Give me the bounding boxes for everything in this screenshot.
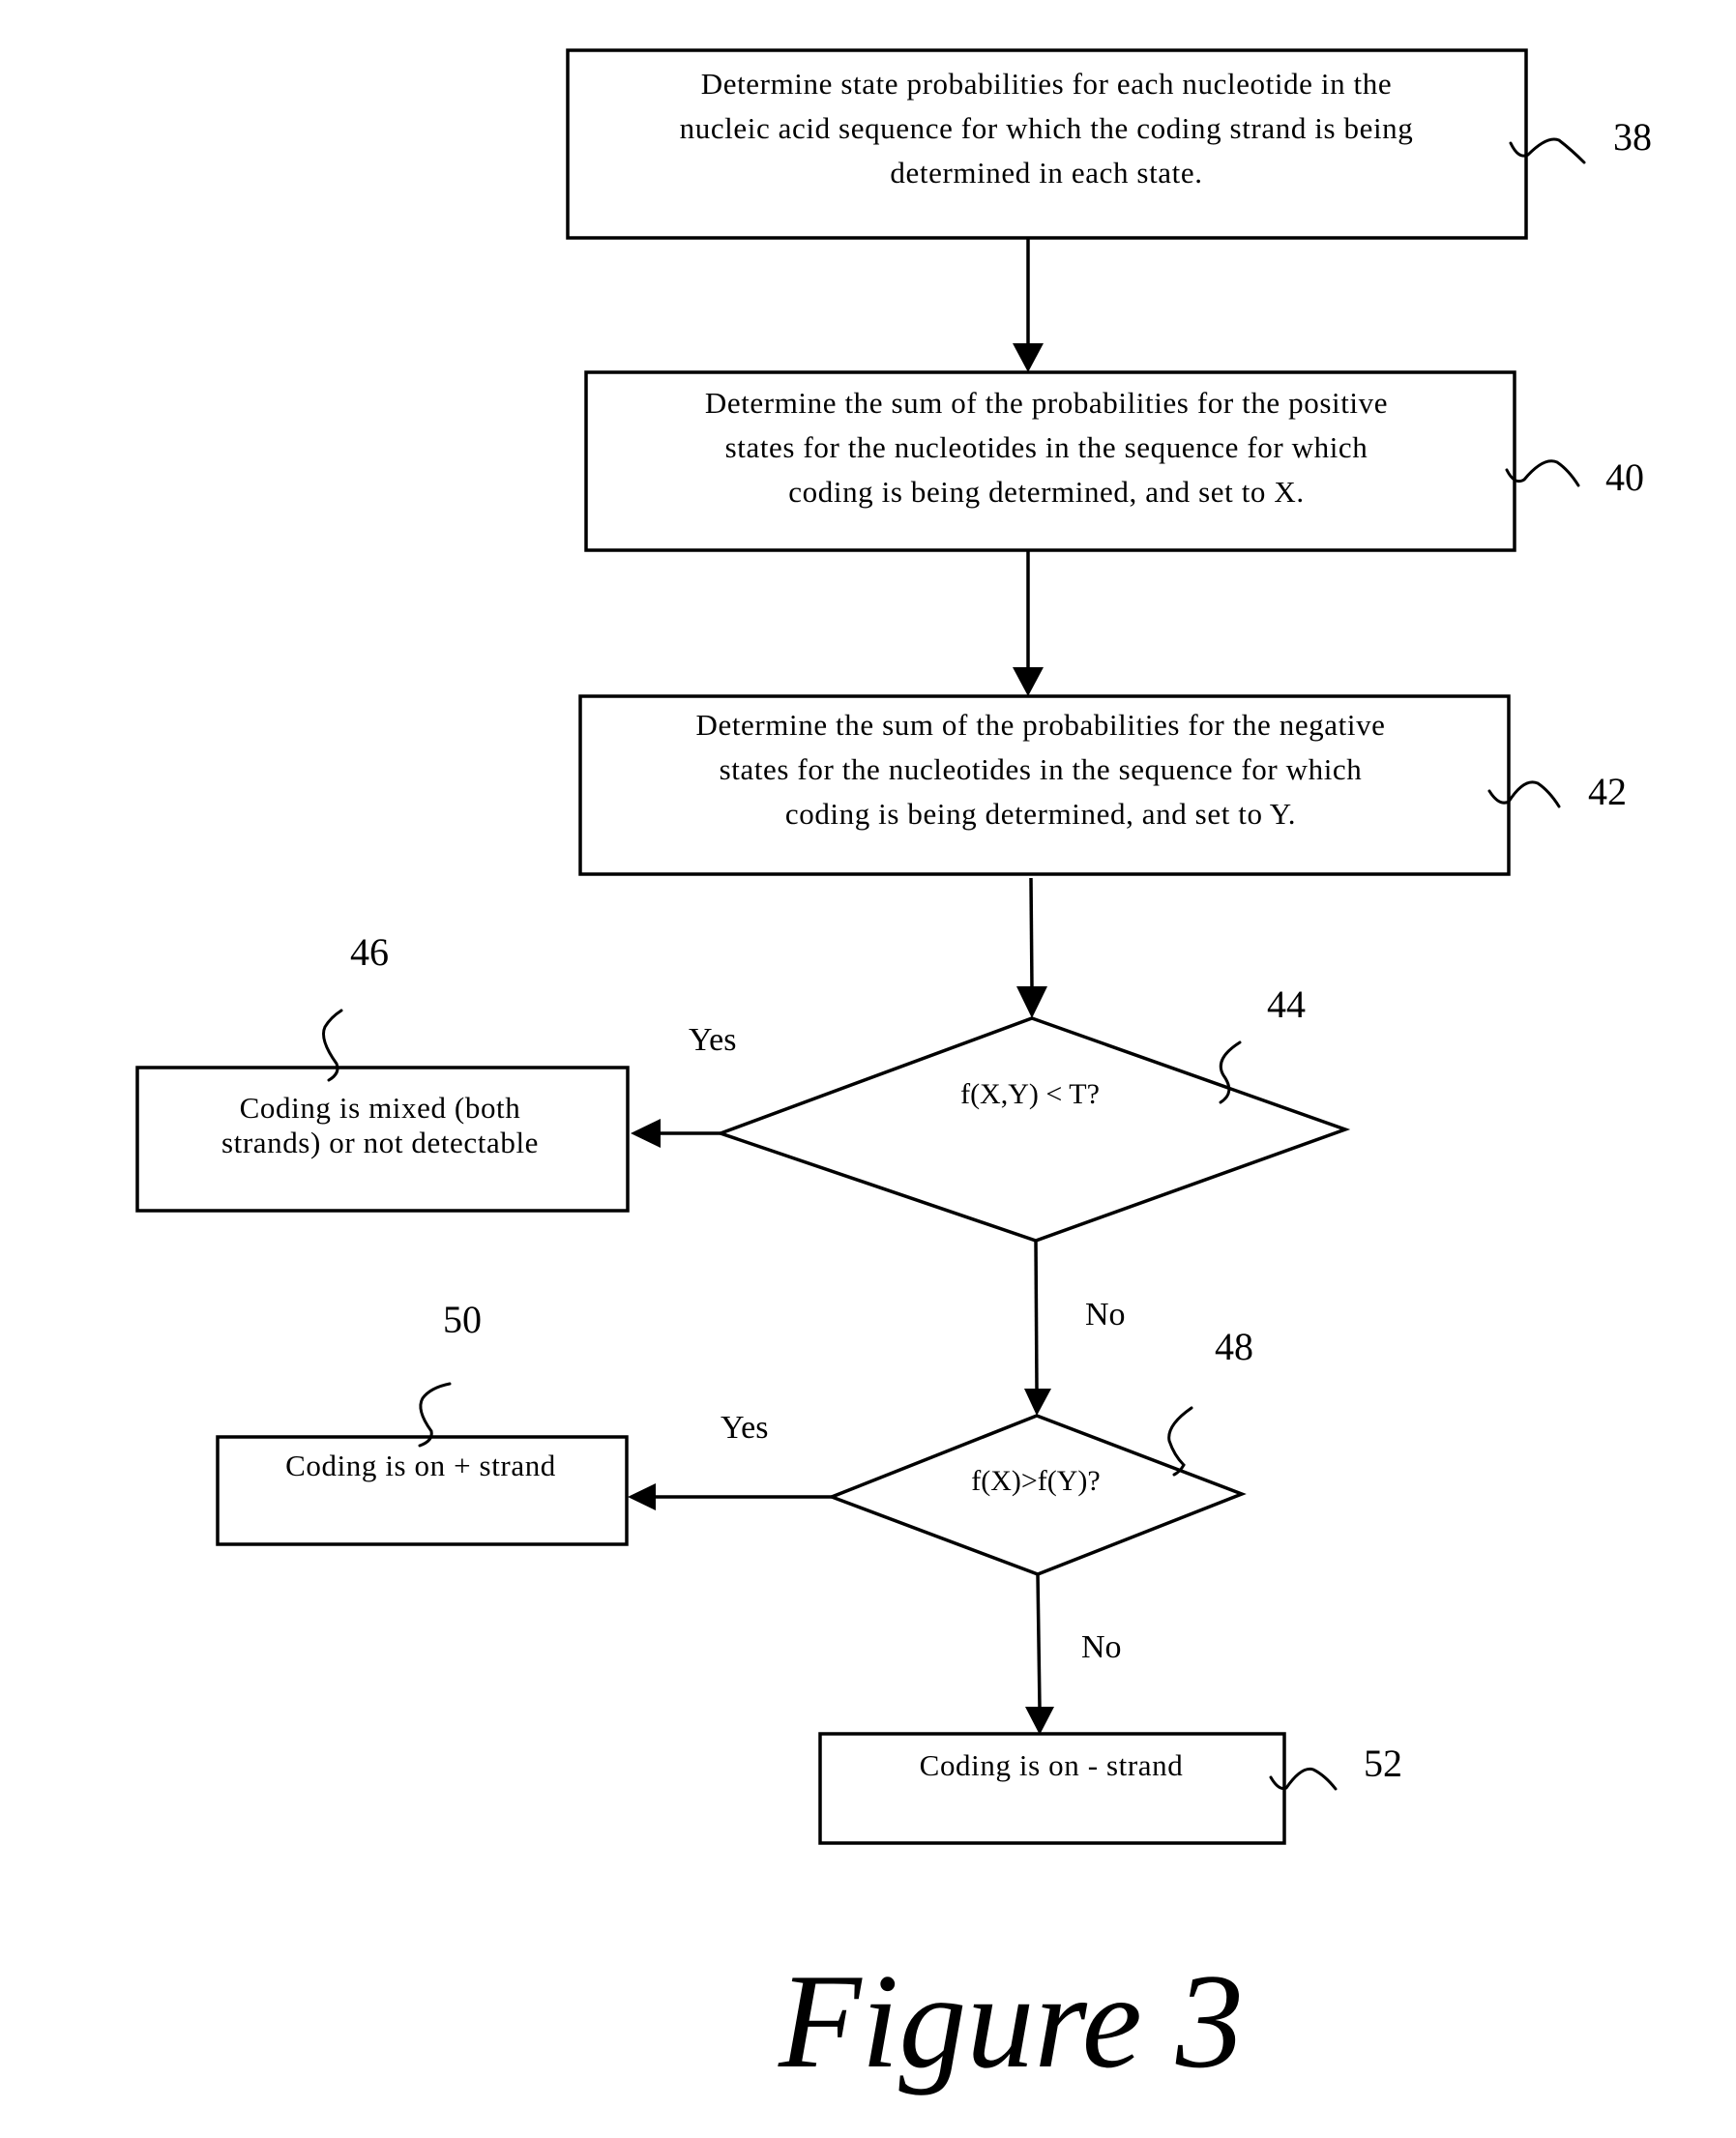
- step-40-text-line-2: states for the nucleotides in the sequen…: [725, 430, 1368, 464]
- result-46-box: Coding is mixed (both strands) or not de…: [135, 1066, 630, 1213]
- decision-48-reference-number: 48: [1215, 1325, 1253, 1368]
- decision-44-diamond: f(X,Y) < T?: [715, 1016, 1351, 1243]
- step-40-leader-squiggle-icon: [1505, 459, 1580, 487]
- connector-48-no-to-52: [1036, 1573, 1042, 1709]
- decision-44-no-label: No: [1085, 1297, 1126, 1333]
- decision-48-yes-label: Yes: [721, 1410, 768, 1446]
- result-50-text-line-1: Coding is on + strand: [285, 1449, 556, 1482]
- decision-44-yes-label: Yes: [689, 1022, 736, 1058]
- step-38-text-line-2: nucleic acid sequence for which the codi…: [680, 111, 1414, 145]
- arrow-down-icon: [1013, 343, 1044, 372]
- result-46-reference-number: 46: [350, 930, 389, 974]
- result-52-text-line-1: Coding is on - strand: [920, 1748, 1184, 1782]
- connector-42-to-44: [1029, 877, 1034, 989]
- step-40-text-line-3: coding is being determined, and set to X…: [788, 475, 1304, 509]
- decision-44-reference-number: 44: [1267, 982, 1306, 1026]
- result-50-reference-number: 50: [443, 1298, 482, 1341]
- result-52-reference-number: 52: [1364, 1742, 1402, 1785]
- decision-44-shape: [715, 1016, 1351, 1243]
- step-42-reference-number: 42: [1588, 770, 1627, 813]
- decision-48-leader-squiggle-icon: [1167, 1406, 1193, 1477]
- decision-48-no-label: No: [1081, 1629, 1122, 1665]
- arrow-left-icon: [631, 1119, 661, 1148]
- result-46-text-line-1: Coding is mixed (both: [240, 1091, 521, 1125]
- arrow-left-icon: [628, 1483, 656, 1510]
- arrow-down-icon: [1025, 1707, 1054, 1735]
- arrow-down-icon: [1024, 1389, 1051, 1416]
- step-42-text-line-3: coding is being determined, and set to Y…: [785, 797, 1296, 831]
- arrow-down-icon: [1013, 667, 1044, 696]
- decision-48-text: f(X)>f(Y)?: [971, 1465, 1101, 1497]
- step-38-text-line-1: Determine state probabilities for each n…: [701, 67, 1392, 101]
- step-38-text-line-3: determined in each state.: [890, 156, 1202, 190]
- figure-caption: Figure 3: [778, 1947, 1244, 2096]
- result-50-box: Coding is on + strand: [216, 1435, 629, 1546]
- step-40-text-line-1: Determine the sum of the probabilities f…: [705, 386, 1388, 420]
- result-52-box: Coding is on - strand: [818, 1732, 1286, 1845]
- arrow-down-icon: [1016, 986, 1047, 1018]
- step-42-process-box: Determine the sum of the probabilities f…: [578, 694, 1511, 876]
- decision-48-diamond: f(X)>f(Y)?: [827, 1414, 1247, 1576]
- step-42-text-line-1: Determine the sum of the probabilities f…: [695, 708, 1385, 742]
- step-40-process-box: Determine the sum of the probabilities f…: [584, 370, 1516, 552]
- flowchart-diagram: Determine state probabilities for each n…: [135, 48, 1652, 2096]
- result-46-text-line-2: strands) or not detectable: [221, 1126, 539, 1159]
- connector-44-no-to-48: [1034, 1240, 1039, 1390]
- step-38-process-box: Determine state probabilities for each n…: [566, 48, 1528, 240]
- step-40-reference-number: 40: [1605, 455, 1644, 499]
- step-38-reference-number: 38: [1613, 115, 1652, 159]
- step-42-text-line-2: states for the nucleotides in the sequen…: [720, 752, 1363, 786]
- decision-44-text: f(X,Y) < T?: [960, 1078, 1100, 1110]
